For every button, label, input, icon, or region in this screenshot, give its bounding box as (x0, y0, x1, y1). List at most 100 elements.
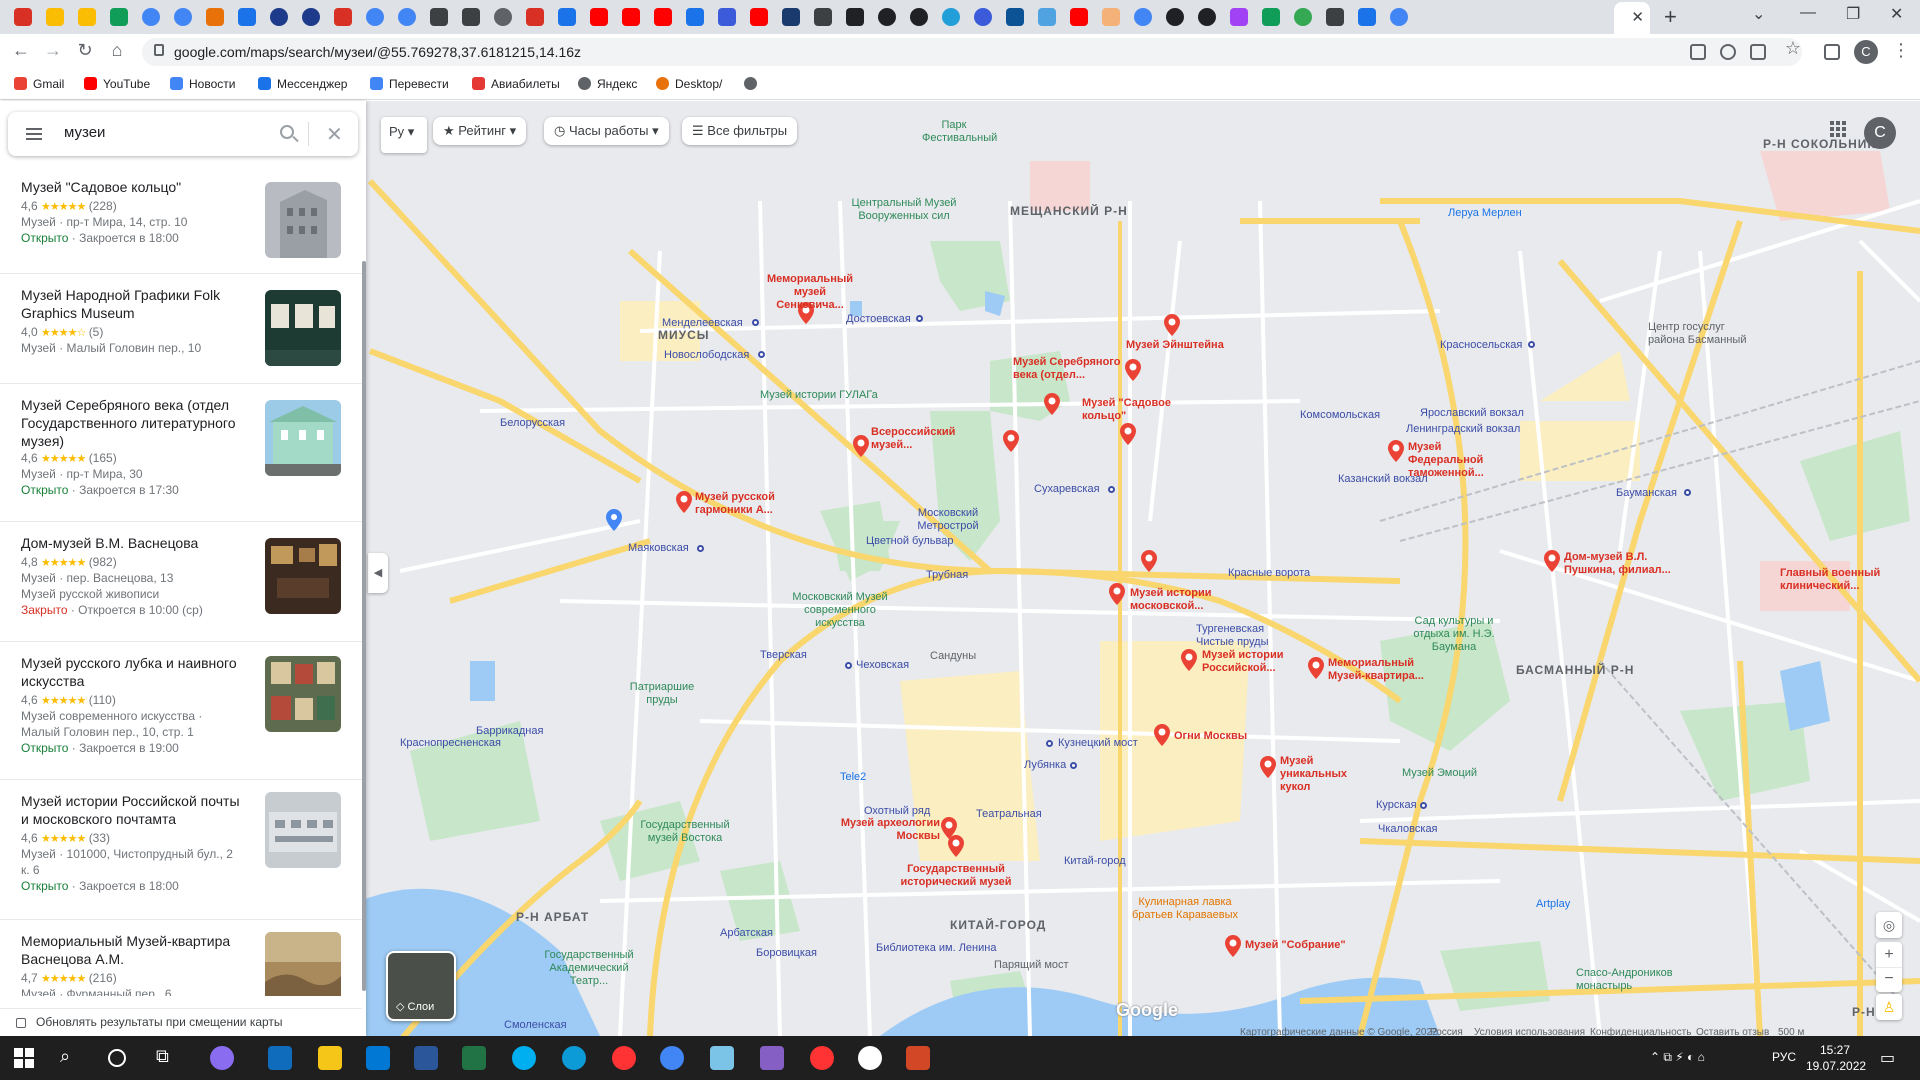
hours-filter-chip[interactable]: ◷ Часы работы ▾ (544, 117, 669, 145)
metro-label[interactable]: Тверская (760, 649, 807, 662)
poi-label[interactable]: Ярославский вокзал (1420, 407, 1524, 420)
cortana-icon[interactable] (108, 1049, 126, 1067)
bookmark-gmail[interactable]: Gmail (14, 77, 64, 91)
skype-icon[interactable] (512, 1046, 536, 1070)
metro-label[interactable]: Маяковская (628, 542, 689, 555)
app-icon[interactable] (858, 1046, 882, 1070)
account-avatar[interactable]: С (1864, 117, 1896, 149)
result-thumbnail[interactable] (265, 182, 341, 258)
tab-favicon[interactable] (78, 8, 96, 26)
excel-icon[interactable] (462, 1046, 486, 1070)
metro-station-icon[interactable] (845, 662, 852, 669)
tab-favicon[interactable] (782, 8, 800, 26)
museum-pin-icon[interactable] (1225, 935, 1241, 957)
result-thumbnail[interactable] (265, 656, 341, 732)
search-input[interactable] (64, 124, 264, 141)
tray-icons[interactable]: ⌃ ⧉ ⚡ ◐ ⌂ (1650, 1050, 1705, 1065)
museum-pin-icon[interactable] (1154, 724, 1170, 746)
result-item[interactable]: Музей русского лубка и наивного искусств… (0, 642, 362, 780)
profile-avatar[interactable]: С (1854, 40, 1878, 64)
metro-station-icon[interactable] (1108, 486, 1115, 493)
notifications-icon[interactable]: ▭ (1880, 1048, 1895, 1068)
poi-label[interactable]: Центральный Музей Вооруженных сил (846, 197, 962, 223)
close-tab-icon[interactable]: ✕ (1631, 8, 1644, 26)
tab-favicon[interactable] (878, 8, 896, 26)
bookmark-news[interactable]: Новости (170, 77, 235, 91)
apps-grid-icon[interactable] (1830, 121, 1846, 137)
museum-label[interactable]: Государственный исторический музей (896, 863, 1016, 889)
tab-favicon[interactable] (1326, 8, 1344, 26)
tab-favicon[interactable] (1198, 8, 1216, 26)
tab-favicon[interactable] (398, 8, 416, 26)
update-on-move-option[interactable]: Обновлять результаты при смещении карты (0, 1008, 362, 1036)
metro-station-icon[interactable] (697, 545, 704, 552)
metro-label[interactable]: Курская (1376, 799, 1417, 812)
clock-time[interactable]: 15:27 (1820, 1043, 1850, 1057)
metro-station-icon[interactable] (1046, 740, 1053, 747)
input-language[interactable]: РУС (1772, 1050, 1796, 1064)
metro-label[interactable]: Цветной бульвар (866, 535, 953, 548)
museum-pin-icon[interactable] (948, 835, 964, 857)
share-icon[interactable] (1750, 44, 1766, 60)
poi-label[interactable]: Центр госуслуг района Басманный (1648, 321, 1748, 347)
new-tab-icon[interactable]: + (1664, 4, 1677, 30)
active-tab[interactable]: ✕ (1614, 2, 1650, 34)
result-item[interactable]: Музей "Садовое кольцо" 4,6 ★★★★★ (228) М… (0, 166, 362, 274)
hospital-label[interactable]: Главный военный клинический... (1780, 567, 1890, 593)
tab-favicon[interactable] (430, 8, 448, 26)
metro-station-icon[interactable] (1528, 341, 1535, 348)
metro-station-icon[interactable] (752, 319, 759, 326)
metro-label[interactable]: Театральная (976, 808, 1042, 821)
result-item[interactable]: Музей Народной Графики Folk Graphics Mus… (0, 274, 362, 384)
layers-button[interactable]: ◇ Слои (386, 951, 456, 1021)
result-thumbnail[interactable] (265, 400, 341, 476)
location-pin-icon[interactable] (606, 509, 622, 531)
minimize-icon[interactable]: — (1800, 4, 1816, 22)
museum-label[interactable]: Огни Москвы (1174, 730, 1247, 743)
mail-icon[interactable] (366, 1046, 390, 1070)
poi-label[interactable]: Леруа Мерлен (1448, 207, 1522, 220)
poi-label[interactable]: Казанский вокзал (1338, 473, 1428, 486)
search-icon[interactable]: ⌕ (60, 1046, 84, 1070)
result-title[interactable]: Музей Серебряного века (отдел Государств… (21, 396, 251, 450)
metro-label[interactable]: Смоленская (504, 1019, 567, 1032)
language-selector[interactable]: Ру ▾ (381, 117, 427, 153)
bookmark-desktop[interactable]: Desktop/ (656, 77, 722, 91)
visual-studio-icon[interactable] (760, 1046, 784, 1070)
metro-label[interactable]: Менделеевская (662, 317, 743, 330)
poi-label[interactable]: Сад культуры и отдыха им. Н.Э. Баумана (1408, 615, 1500, 654)
poi-label[interactable]: Музей Эмоций (1402, 767, 1477, 780)
museum-label[interactable]: Музей истории московской... (1130, 587, 1230, 613)
tab-favicon[interactable] (206, 8, 224, 26)
metro-label[interactable]: Чкаловская (1378, 823, 1438, 836)
chrome-icon[interactable] (660, 1046, 684, 1070)
tab-favicon[interactable] (1294, 8, 1312, 26)
yandex-browser-icon[interactable] (810, 1046, 834, 1070)
search-icon[interactable] (280, 125, 294, 139)
home-icon[interactable]: ⌂ (104, 40, 130, 61)
bookmark-youtube[interactable]: YouTube (84, 77, 150, 91)
all-filters-chip[interactable]: ☰ Все фильтры (682, 117, 798, 145)
bookmark-messenger[interactable]: Мессенджер (258, 77, 347, 91)
museum-pin-icon[interactable] (1164, 314, 1180, 336)
poi-label[interactable]: Ленинградский вокзал (1406, 423, 1520, 436)
tab-favicon[interactable] (718, 8, 736, 26)
museum-label[interactable]: Музей русской гармоники А... (695, 491, 805, 517)
tab-search-icon[interactable]: ⌄ (1752, 4, 1765, 24)
museum-pin-icon[interactable] (1260, 756, 1276, 778)
tab-favicon[interactable] (14, 8, 32, 26)
bookmark-flights[interactable]: Авиабилеты (472, 77, 560, 91)
metro-label[interactable]: Китай-город (1064, 855, 1126, 868)
edge-icon[interactable] (562, 1046, 586, 1070)
tab-favicon[interactable] (1262, 8, 1280, 26)
address-url[interactable]: google.com/maps/search/музеи/@55.769278,… (174, 44, 581, 60)
tab-favicon[interactable] (174, 8, 192, 26)
bookmark-globe[interactable] (744, 77, 763, 91)
metro-label[interactable]: Арбатская (720, 927, 773, 940)
tab-favicon[interactable] (558, 8, 576, 26)
tab-favicon[interactable] (750, 8, 768, 26)
metro-label[interactable]: Новослободская (664, 349, 749, 362)
poi-label[interactable]: Спасо-Андроников монастырь (1576, 967, 1686, 993)
windows-start-icon[interactable] (12, 1046, 36, 1070)
museum-pin-icon[interactable] (1120, 423, 1136, 445)
